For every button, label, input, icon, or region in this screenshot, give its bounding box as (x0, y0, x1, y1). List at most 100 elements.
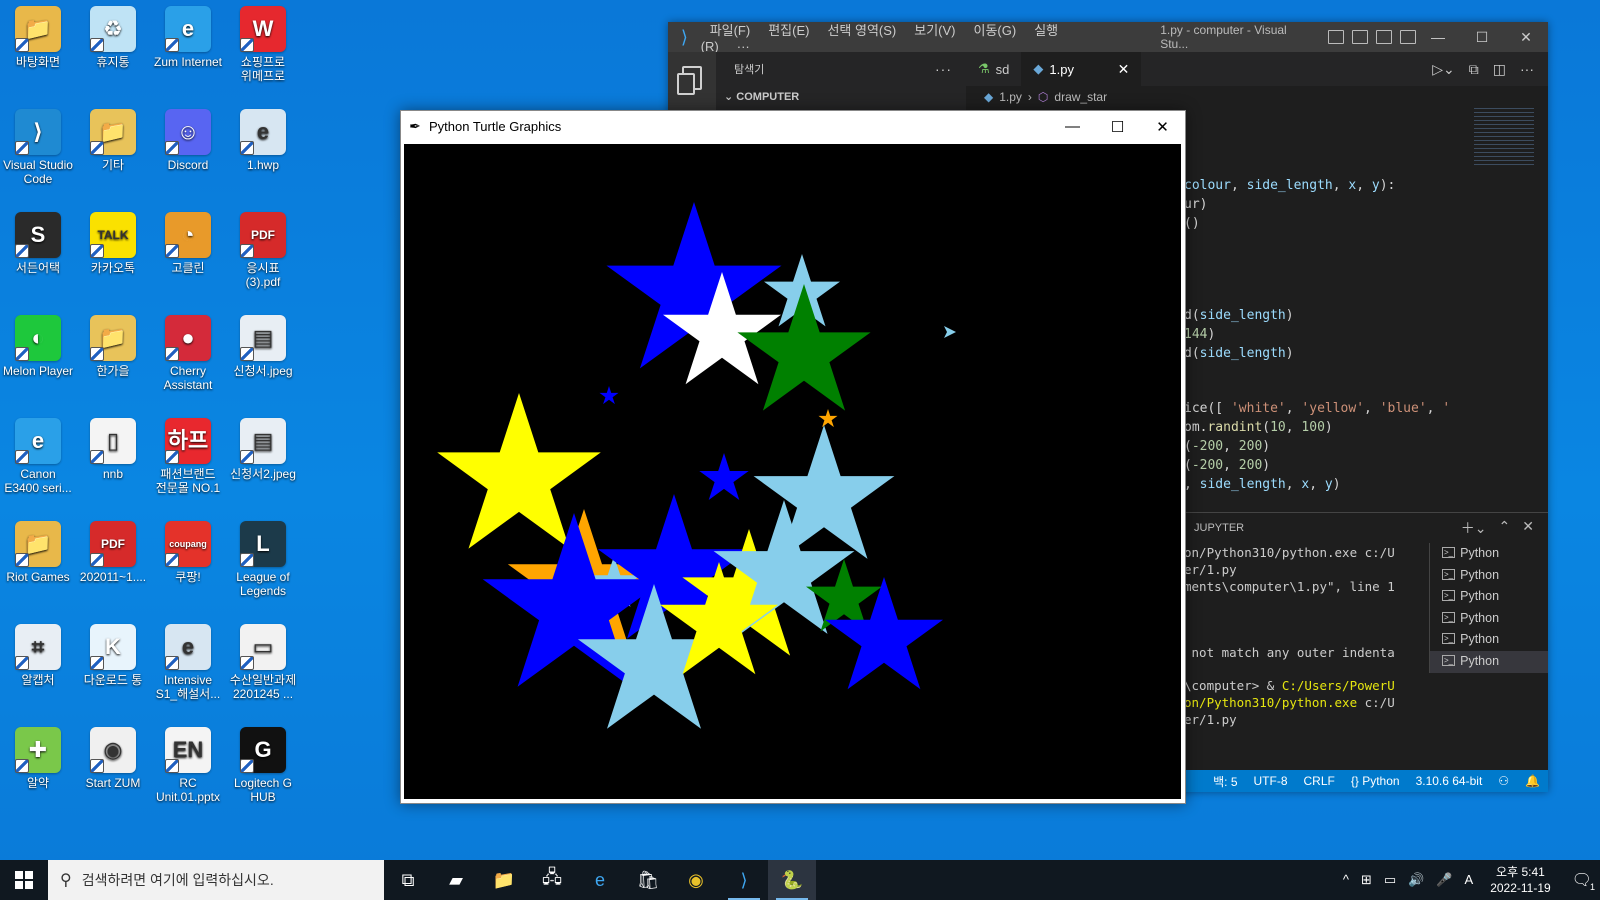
desktop-icon[interactable]: ☺ Discord (151, 109, 225, 172)
desktop-icon[interactable]: S 서든어택 (1, 212, 75, 275)
explorer-section-computer[interactable]: ⌄ COMPUTER (716, 86, 966, 103)
close-icon[interactable]: ✕ (1140, 118, 1185, 136)
status-item[interactable]: UTF-8 (1254, 774, 1288, 788)
terminal-item[interactable]: Python (1430, 543, 1548, 565)
tab-1py[interactable]: ◆ 1.py ✕ (1021, 52, 1142, 86)
run-icon[interactable]: ▷⌄ (1432, 61, 1455, 78)
terminal-item[interactable]: Python (1430, 608, 1548, 630)
tray-icon[interactable]: 🎤 (1436, 872, 1452, 888)
menu-item[interactable]: 이동(G) (974, 23, 1017, 38)
split-editor-icon[interactable]: ◫ (1493, 61, 1506, 78)
vscode-titlebar[interactable]: ⟩ 파일(F) 편집(E) 선택 영역(S) 보기(V) 이동(G) 실행(R) ··· 1… (668, 22, 1548, 54)
turtle-window[interactable]: ✒ Python Turtle Graphics — ☐ ✕ (400, 110, 1186, 804)
toggle-sidebar-icon[interactable] (1328, 30, 1344, 44)
status-item[interactable]: 3.10.6 64-bit (1416, 774, 1483, 788)
desktop-icon[interactable]: ◉ Start ZUM (76, 727, 150, 790)
desktop-icon[interactable]: ⟩ Visual Studio Code (1, 109, 75, 186)
python-icon[interactable]: 🐍 (768, 860, 816, 900)
desktop-icon[interactable]: W 쇼핑프로 위메프로 (226, 6, 300, 83)
desktop-icon[interactable]: 📁 바탕화면 (1, 6, 75, 69)
minimap[interactable] (1474, 108, 1534, 168)
notification-icon[interactable]: 🗨 1 (1572, 870, 1595, 892)
close-tab-icon[interactable]: ✕ (1118, 61, 1130, 78)
minimize-icon[interactable]: — (1416, 29, 1460, 46)
terminal-item[interactable]: Python (1430, 629, 1548, 651)
start-button[interactable] (0, 860, 48, 900)
tab-sd[interactable]: ⚗ sd (966, 52, 1021, 86)
desktop-icon[interactable]: K 다운로드 통 (76, 624, 150, 687)
status-item[interactable]: ⚇ (1498, 774, 1509, 788)
network-icon[interactable]: 🖧 (528, 860, 576, 900)
desktop-icon[interactable]: PDF 202011~1.... (76, 521, 150, 584)
tray-icon[interactable]: ^ (1343, 872, 1349, 888)
tray-icon[interactable]: ⊞ (1361, 872, 1372, 888)
desktop-icon[interactable]: 📁 Riot Games (1, 521, 75, 584)
taskbar-search[interactable]: ⚲ 검색하려면 여기에 입력하십시오. (48, 860, 384, 900)
desktop-icon[interactable]: e Canon E3400 seri... (1, 418, 75, 495)
desktop-icon[interactable]: TALK 카카오톡 (76, 212, 150, 275)
tray-icon[interactable]: ▭ (1384, 872, 1396, 888)
turtle-titlebar[interactable]: ✒ Python Turtle Graphics — ☐ ✕ (401, 111, 1185, 142)
store-icon[interactable]: 🛍 (624, 860, 672, 900)
desktop-icon[interactable]: ◔ 고클린 (151, 212, 225, 275)
menu-item[interactable]: 보기(V) (914, 23, 955, 38)
desktop-icon[interactable]: ▯ nnb (76, 418, 150, 481)
status-item[interactable]: 백: 5 (1213, 773, 1237, 790)
task-view-icon[interactable]: ⧉ (384, 860, 432, 900)
file-explorer-icon[interactable]: 📁 (480, 860, 528, 900)
desktop-icon[interactable]: ● Cherry Assistant (151, 315, 225, 392)
breadcrumb-symbol[interactable]: draw_star (1054, 90, 1107, 104)
customize-layout-icon[interactable] (1400, 30, 1416, 44)
desktop-icon[interactable]: EN RC Unit.01.pptx (151, 727, 225, 804)
desktop-icon[interactable]: e 1.hwp (226, 109, 300, 172)
desktop-icon[interactable]: 하프 패션브랜드 전문몰 NO.1 (151, 418, 225, 495)
desktop-icon[interactable]: ▤ 신청서.jpeg (226, 315, 300, 378)
desktop-icon[interactable]: L League of Legends (226, 521, 300, 598)
vscode-icon[interactable]: ⟩ (720, 860, 768, 900)
chrome-icon[interactable]: ◉ (672, 860, 720, 900)
breadcrumb-file[interactable]: 1.py (999, 90, 1022, 104)
explorer-more-icon[interactable]: ··· (935, 61, 952, 77)
status-item[interactable]: CRLF (1304, 774, 1335, 788)
panel-title[interactable]: JUPYTER (1194, 522, 1244, 534)
menu-item[interactable]: 선택 영역(S) (827, 23, 896, 38)
terminal-item[interactable]: Python (1430, 565, 1548, 587)
desktop-icon[interactable]: ⌗ 알캡처 (1, 624, 75, 687)
desktop-icon[interactable]: 📁 한가을 (76, 315, 150, 378)
desktop-icon[interactable]: PDF 응시표 (3).pdf (226, 212, 300, 289)
notepad-icon[interactable]: ▰ (432, 860, 480, 900)
maximize-icon[interactable]: ☐ (1460, 29, 1504, 46)
desktop-icon[interactable]: 📁 기타 (76, 109, 150, 172)
desktop-icon[interactable]: ♻ 휴지통 (76, 6, 150, 69)
desktop-icon[interactable]: ▤ 신청서2.jpeg (226, 418, 300, 481)
desktop-icon[interactable]: ✚ 알약 (1, 727, 75, 790)
open-changes-icon[interactable]: ⧉ (1469, 61, 1479, 78)
terminal-item[interactable]: Python (1430, 586, 1548, 608)
maximize-icon[interactable]: ☐ (1095, 118, 1140, 136)
terminal-item[interactable]: Python (1430, 650, 1548, 673)
explorer-icon[interactable] (677, 66, 702, 95)
minimize-icon[interactable]: — (1050, 118, 1095, 136)
status-item[interactable]: 🔔 (1525, 774, 1540, 788)
tray-icon[interactable]: A (1465, 872, 1474, 888)
tray-icon[interactable]: 🔊 (1408, 872, 1424, 888)
status-item[interactable]: {} Python (1351, 774, 1400, 788)
desktop-icon[interactable]: coupang 쿠팡! (151, 521, 225, 584)
maximize-panel-icon[interactable]: ⌃ (1499, 518, 1511, 538)
edge-icon[interactable]: e (576, 860, 624, 900)
desktop-icon[interactable]: G Logitech G HUB (226, 727, 300, 804)
new-terminal-icon[interactable]: ＋⌄ (1461, 518, 1487, 538)
close-icon[interactable]: ✕ (1504, 29, 1548, 46)
toggle-secondary-sidebar-icon[interactable] (1376, 30, 1392, 44)
desktop-icon[interactable]: e Intensive S1_해설서... (151, 624, 225, 701)
menu-item[interactable]: 파일(F) (710, 23, 751, 38)
toggle-panel-icon[interactable] (1352, 30, 1368, 44)
desktop-icon[interactable]: ◐ Melon Player (1, 315, 75, 378)
turtle-canvas[interactable] (404, 144, 1181, 799)
more-actions-icon[interactable]: ··· (1520, 61, 1534, 78)
menu-item[interactable]: 편집(E) (768, 23, 809, 38)
close-panel-icon[interactable]: ✕ (1522, 518, 1534, 538)
desktop-icon[interactable]: ▭ 수산일반과제 2201245 ... (226, 624, 300, 701)
clock[interactable]: 오후 5:41 2022-11-19 (1490, 864, 1551, 896)
desktop-icon[interactable]: e Zum Internet (151, 6, 225, 69)
